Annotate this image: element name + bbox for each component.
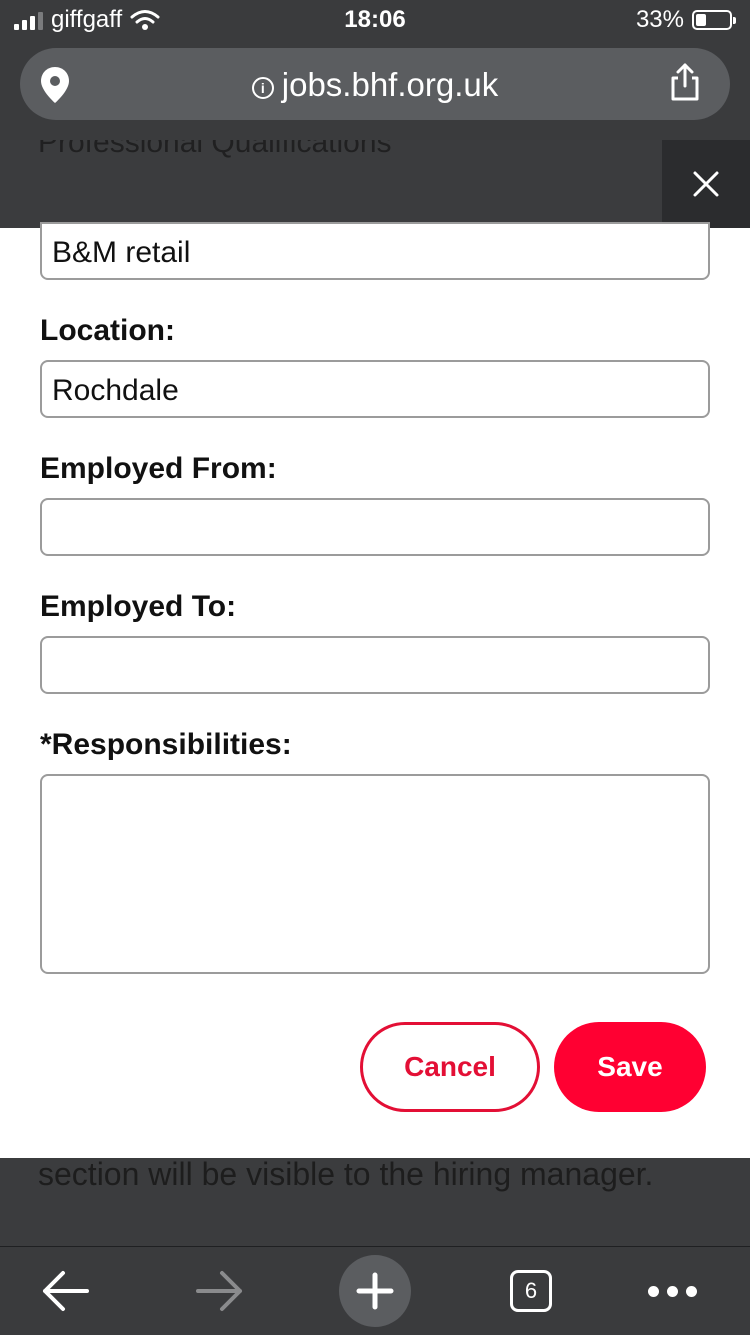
forward-button[interactable] <box>185 1247 255 1335</box>
url-text: jobs.bhf.org.uk <box>281 66 499 103</box>
browser-address-area: i jobs.bhf.org.uk <box>0 40 750 141</box>
save-button[interactable]: Save <box>554 1022 706 1112</box>
background-heading: Professional Qualifications <box>38 140 392 159</box>
modal-backdrop-bottom: section will be visible to the hiring ma… <box>0 1158 750 1246</box>
back-arrow-icon <box>43 1271 89 1311</box>
tabs-button[interactable]: 6 <box>506 1247 556 1335</box>
browser-toolbar: 6 <box>0 1246 750 1335</box>
responsibilities-label: *Responsibilities: <box>40 728 292 761</box>
share-icon[interactable] <box>668 62 702 102</box>
close-button[interactable] <box>662 140 750 228</box>
back-button[interactable] <box>30 1247 100 1335</box>
employer-input[interactable]: B&M retail <box>40 222 710 280</box>
new-tab-button[interactable] <box>339 1247 411 1335</box>
location-label: Location: <box>40 314 175 347</box>
background-text: section will be visible to the hiring ma… <box>38 1158 654 1192</box>
close-icon <box>693 171 719 197</box>
employed-from-label: Employed From: <box>40 452 277 485</box>
status-bar: giffgaff 18:06 33% <box>0 0 750 40</box>
cancel-button[interactable]: Cancel <box>360 1022 540 1112</box>
employed-to-label: Employed To: <box>40 590 237 623</box>
tabs-icon: 6 <box>510 1270 552 1312</box>
work-experience-modal: B&M retail Location: Rochdale Employed F… <box>0 222 750 1158</box>
battery-icon <box>692 10 736 30</box>
more-icon <box>647 1285 697 1297</box>
battery-percent: 33% <box>635 6 684 33</box>
info-icon[interactable]: i <box>251 77 274 99</box>
battery-group: 33% <box>635 6 736 34</box>
location-input[interactable]: Rochdale <box>40 360 710 418</box>
employed-to-input[interactable] <box>40 636 710 694</box>
forward-arrow-icon <box>196 1271 242 1311</box>
new-tab-circle <box>339 1255 411 1327</box>
plus-icon <box>356 1272 394 1310</box>
more-button[interactable] <box>640 1247 704 1335</box>
responsibilities-textarea[interactable] <box>40 774 710 974</box>
url-display[interactable]: i jobs.bhf.org.uk <box>20 66 730 104</box>
modal-backdrop-top: Professional Qualifications <box>0 140 750 228</box>
employed-from-input[interactable] <box>40 498 710 556</box>
address-bar[interactable]: i jobs.bhf.org.uk <box>20 48 730 120</box>
